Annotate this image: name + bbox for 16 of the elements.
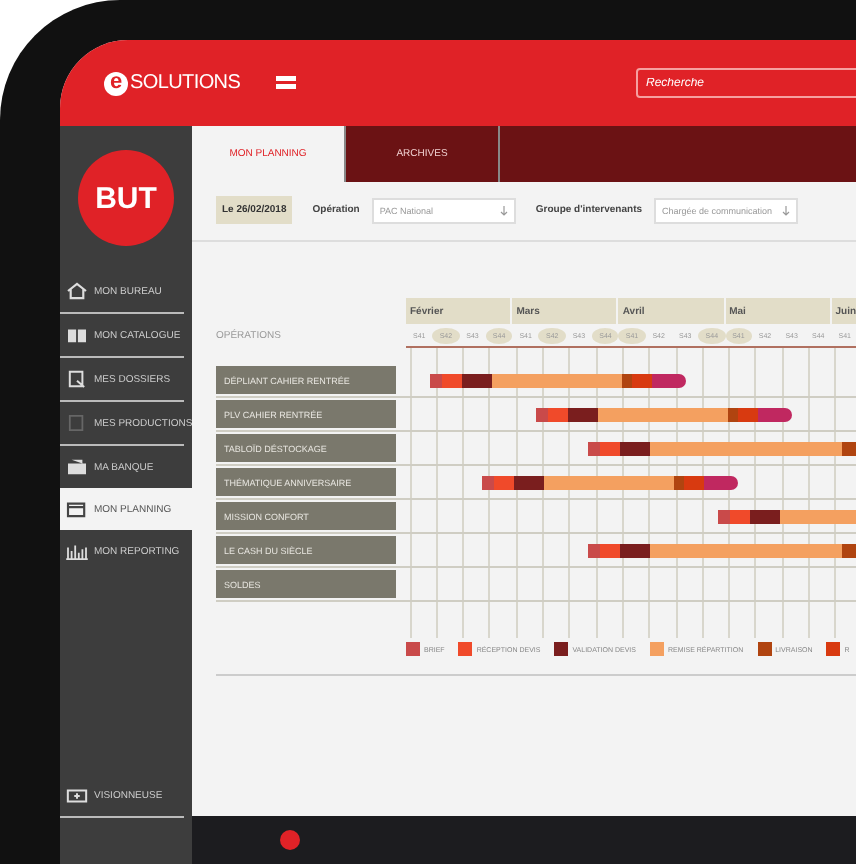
circle-logo-icon — [280, 830, 300, 850]
bar-chart-icon — [66, 542, 88, 560]
menu-icon[interactable] — [276, 76, 296, 90]
book-icon — [66, 326, 88, 344]
logo-text: SOLUTIONS — [130, 72, 241, 94]
house-icon — [66, 282, 88, 300]
photo-icon — [66, 458, 88, 476]
viewer-icon — [66, 787, 88, 803]
down-arrow-icon — [499, 205, 508, 215]
brand-logo: BUT — [78, 150, 174, 246]
page-icon — [66, 414, 88, 432]
down-arrow-icon — [782, 205, 791, 215]
logo-letter: e — [104, 71, 128, 95]
gantt-bar — [718, 509, 856, 523]
document-icon — [66, 370, 88, 388]
calendar-icon — [66, 500, 88, 518]
